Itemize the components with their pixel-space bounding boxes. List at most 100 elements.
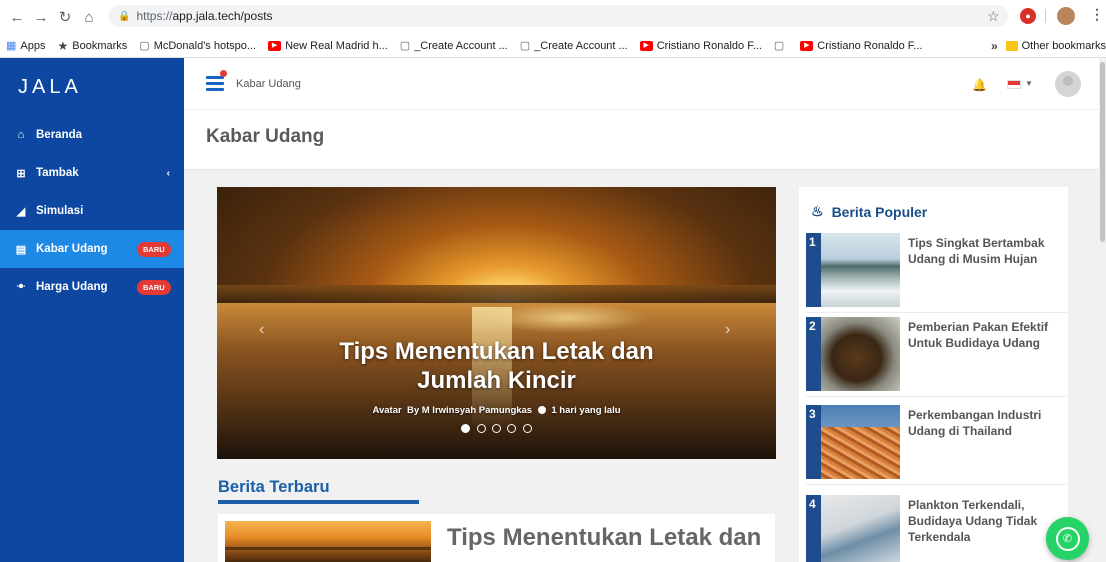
popular-item[interactable]: 1 Tips Singkat Bertambak Udang di Musim … (806, 233, 1068, 313)
popular-item[interactable]: 2 Pemberian Pakan Efektif Untuk Budidaya… (806, 317, 1068, 397)
popular-title[interactable]: Perkembangan Industri Udang di Thailand (908, 407, 1066, 439)
url-protocol: https:// (136, 9, 173, 23)
indonesia-flag-icon[interactable] (1007, 80, 1021, 89)
carousel-meta: Avatar By M Irwinsyah Pamungkas 1 hari y… (217, 405, 776, 416)
new-badge: BARU (137, 279, 171, 295)
scrollbar-thumb[interactable] (1100, 62, 1105, 242)
bookmarks-bar: ▦ Apps ★ Bookmarks ▢ McDonald's hotspo... ▶… (0, 34, 1106, 58)
heading-underline (218, 500, 419, 504)
sidebar-item-label: Beranda (36, 129, 83, 141)
carousel-dot[interactable] (492, 424, 501, 433)
rank-number: 4 (806, 495, 821, 562)
popular-title[interactable]: Plankton Terkendali, Budidaya Udang Tida… (908, 497, 1066, 545)
rank-number: 2 (806, 317, 821, 391)
rank-number: 1 (806, 233, 821, 307)
bell-icon[interactable]: 🔔 (972, 78, 987, 92)
lock-icon: 🔒 (118, 10, 131, 22)
sidebar-item-label: Kabar Udang (36, 243, 108, 255)
sidebar-item-harga-udang[interactable]: ꔹ Harga Udang BARU (0, 268, 184, 306)
sidebar-item-beranda[interactable]: ⌂ Beranda (0, 116, 184, 154)
grid-icon: ⊞ (16, 167, 26, 180)
latest-news-heading: Berita Terbaru (218, 478, 330, 496)
bookmark-item[interactable]: ★ Bookmarks (51, 34, 133, 57)
bookmark-item[interactable]: ▶ New Real Madrid h... (262, 34, 394, 57)
extension-icon[interactable]: ● (1020, 8, 1036, 24)
bookmark-item[interactable]: ▢ McDonald's hotspo... (133, 34, 262, 57)
popular-thumbnail[interactable] (821, 233, 900, 307)
url-text: app.jala.tech/posts (172, 9, 273, 23)
bookmark-item[interactable]: ▶ Cristiano Ronaldo F... (634, 34, 768, 57)
featured-carousel[interactable]: ‹ › Tips Menentukan Letak dan Jumlah Kin… (217, 187, 776, 459)
new-badge: BARU (137, 241, 171, 257)
carousel-author: By M Irwinsyah Pamungkas (406, 405, 533, 416)
sidebar-menu: ⌂ Beranda ⊞ Tambak ‹ ◢ Simulasi ▤ Kabar … (0, 116, 184, 306)
popular-title[interactable]: Tips Singkat Bertambak Udang di Musim Hu… (908, 235, 1066, 267)
clock-icon (537, 406, 546, 414)
forward-icon[interactable]: → (30, 6, 52, 28)
bookmark-item[interactable]: ▢ _Create Account ... (394, 34, 514, 57)
carousel-dot[interactable] (507, 424, 517, 433)
carousel-title[interactable]: Tips Menentukan Letak dan Jumlah Kincir (217, 337, 776, 395)
sidebar-item-kabar-udang[interactable]: ▤ Kabar Udang BARU (0, 230, 184, 268)
page-icon: ▢ (139, 40, 150, 52)
youtube-icon: ▶ (800, 40, 814, 51)
youtube-icon: ▶ (268, 40, 282, 51)
bookmark-item[interactable]: ▶ Cristiano Ronaldo F... (794, 34, 928, 57)
page-icon: ▢ (519, 40, 531, 52)
popular-thumbnail[interactable] (821, 495, 900, 562)
brand-logo[interactable]: JALA (0, 58, 184, 116)
page-icon: ▢ (773, 40, 785, 52)
home-icon: ⌂ (17, 129, 25, 141)
avatar[interactable] (1055, 71, 1081, 97)
star-icon: ★ (57, 38, 69, 53)
chevron-down-icon[interactable]: ▼ (1025, 79, 1033, 88)
popular-thumbnail[interactable] (821, 317, 900, 391)
sidebar-item-label: Simulasi (36, 205, 84, 217)
youtube-icon: ▶ (639, 40, 653, 51)
sidebar-item-simulasi[interactable]: ◢ Simulasi (0, 192, 184, 230)
page-icon: ▢ (399, 40, 411, 52)
popular-title[interactable]: Pemberian Pakan Efektif Untuk Budidaya U… (908, 319, 1066, 351)
whatsapp-button[interactable]: ✆ (1046, 517, 1089, 560)
notification-dot (220, 70, 227, 77)
carousel-time: 1 hari yang lalu (551, 405, 621, 416)
page-header: Kabar Udang (184, 110, 1106, 170)
news-thumbnail[interactable] (225, 521, 431, 562)
shrimp-icon: ꔹ (16, 280, 26, 293)
page-title: Kabar Udang (206, 126, 325, 147)
popular-thumbnail[interactable] (821, 405, 900, 479)
carousel-image-spray (487, 303, 647, 333)
bookmark-item[interactable]: ▦ Apps (0, 34, 51, 57)
carousel-dot[interactable] (522, 424, 532, 433)
profile-icon[interactable] (1057, 7, 1075, 25)
newspaper-icon: ▤ (15, 243, 27, 256)
menu-toggle-icon[interactable] (206, 70, 227, 94)
news-card[interactable]: Tips Menentukan Letak dan (218, 514, 775, 562)
other-bookmarks-link[interactable]: Other bookmarks (1022, 40, 1106, 52)
toolbar-divider (1045, 9, 1046, 23)
news-title[interactable]: Tips Menentukan Letak dan (447, 524, 761, 552)
reload-icon[interactable]: ↻ (54, 6, 76, 28)
rank-number: 3 (806, 405, 821, 479)
kebab-menu-icon[interactable]: ⋮ (1090, 6, 1104, 23)
avatar-alt-text: Avatar (372, 405, 402, 416)
sidebar-item-tambak[interactable]: ⊞ Tambak ‹ (0, 154, 184, 192)
folder-icon (1005, 41, 1018, 51)
apps-grid-icon: ▦ (6, 40, 17, 52)
more-bookmarks-chevron-icon[interactable]: » (991, 39, 998, 53)
popular-item[interactable]: 3 Perkembangan Industri Udang di Thailan… (806, 405, 1068, 485)
chevron-left-icon: ‹ (166, 167, 170, 179)
bookmark-item[interactable]: ▢ _Create Account ... (514, 34, 634, 57)
bookmark-item[interactable]: ▢ (768, 34, 794, 57)
bookmark-star-icon[interactable]: ☆ (987, 8, 1000, 25)
carousel-dot[interactable] (461, 424, 471, 433)
carousel-dot[interactable] (476, 424, 486, 433)
carousel-indicators (217, 420, 776, 438)
popular-item[interactable]: 4 Plankton Terkendali, Budidaya Udang Ti… (806, 495, 1068, 562)
home-button-icon[interactable]: ⌂ (78, 6, 100, 28)
bookmarks-overflow: » Other bookmarks (982, 34, 1106, 57)
back-icon[interactable]: ← (6, 6, 28, 28)
popular-heading: ♨ Berita Populer (811, 203, 928, 220)
address-bar[interactable]: 🔒 https:// app.jala.tech/posts (108, 5, 1008, 27)
whatsapp-icon: ✆ (1055, 526, 1080, 551)
